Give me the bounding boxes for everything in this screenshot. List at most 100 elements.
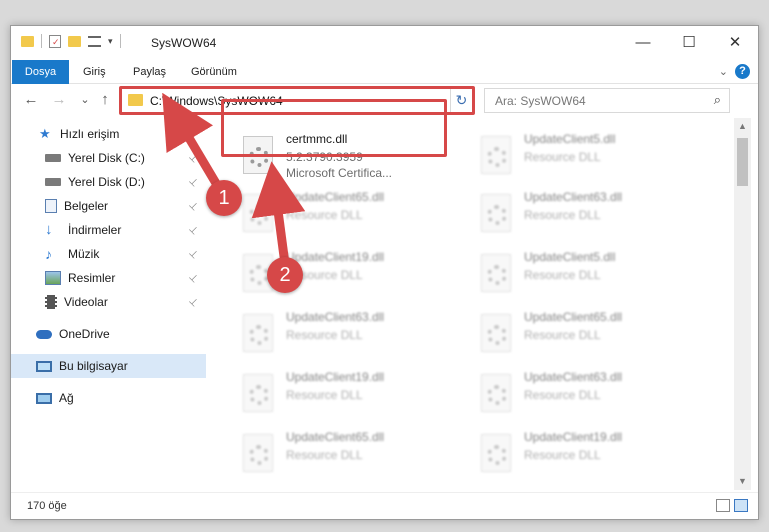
navigation-pane: ★ Hızlı erişim Yerel Disk (C:) ⊥ Yerel D…	[11, 118, 206, 490]
item-count: 170 öğe	[27, 500, 67, 512]
maximize-button[interactable]: ☐	[666, 26, 712, 58]
file-name: UpdateClient63.dll	[524, 370, 623, 384]
pin-icon[interactable]: ⊥	[187, 247, 201, 261]
toolbar-dropdown-icon[interactable]: ▾	[108, 36, 113, 47]
sidebar-item-label: Müzik	[68, 247, 100, 261]
gear-icon	[249, 205, 269, 225]
details-view-icon[interactable]	[716, 499, 730, 512]
sidebar-item-quick-access[interactable]: ★ Hızlı erişim	[11, 122, 206, 146]
file-item[interactable]: UpdateClient5.dll Resource DLL	[473, 126, 693, 184]
view-switcher	[716, 499, 748, 512]
file-description: Resource DLL	[286, 388, 363, 402]
gear-icon	[249, 325, 269, 345]
sidebar-item-label: OneDrive	[59, 327, 110, 341]
gear-icon	[487, 385, 507, 405]
tab-share[interactable]: Paylaş	[133, 60, 166, 84]
back-button[interactable]: ←	[21, 90, 41, 110]
sidebar-item-label: Resimler	[68, 271, 116, 285]
minimize-button[interactable]: —	[620, 26, 666, 58]
dll-file-icon	[481, 434, 511, 472]
file-item[interactable]: UpdateClient5.dll Resource DLL	[473, 244, 693, 302]
drive-icon	[45, 154, 61, 162]
gear-icon	[487, 205, 507, 225]
file-item[interactable]: UpdateClient63.dll Resource DLL	[473, 184, 693, 242]
new-folder-icon[interactable]	[68, 35, 81, 47]
properties-icon[interactable]: ✓	[49, 34, 61, 48]
file-description: Resource DLL	[524, 208, 601, 222]
gear-icon	[487, 265, 507, 285]
videos-icon	[45, 295, 57, 309]
gear-icon	[487, 147, 507, 167]
network-icon	[36, 392, 52, 404]
file-description: Resource DLL	[286, 328, 363, 342]
file-name: UpdateClient65.dll	[286, 430, 385, 444]
file-item[interactable]: UpdateClient19.dll Resource DLL	[235, 364, 455, 422]
up-button[interactable]: ↑	[95, 90, 115, 110]
sidebar-item-this-pc[interactable]: Bu bilgisayar	[11, 354, 206, 378]
search-placeholder: Ara: SysWOW64	[495, 94, 586, 108]
cloud-icon	[36, 329, 52, 339]
dll-file-icon	[243, 434, 273, 472]
vertical-scrollbar[interactable]: ▲ ▼	[734, 118, 751, 490]
sidebar-item-local-disk-c[interactable]: Yerel Disk (C:) ⊥	[11, 146, 206, 170]
pin-icon[interactable]: ⊥	[187, 175, 201, 189]
file-item[interactable]: UpdateClient19.dll Resource DLL	[473, 424, 693, 482]
dll-file-icon	[243, 374, 273, 412]
pin-icon[interactable]: ⊥	[187, 151, 201, 165]
sidebar-item-music[interactable]: ♪ Müzik ⊥	[11, 242, 206, 266]
dll-file-icon	[243, 314, 273, 352]
sidebar-item-documents[interactable]: Belgeler ⊥	[11, 194, 206, 218]
music-icon: ♪	[45, 246, 52, 262]
tab-file[interactable]: Dosya	[12, 60, 69, 84]
pin-icon[interactable]: ⊥	[187, 295, 201, 309]
sidebar-item-label: Belgeler	[64, 199, 109, 213]
sidebar-item-local-disk-d[interactable]: Yerel Disk (D:) ⊥	[11, 170, 206, 194]
gear-icon	[487, 325, 507, 345]
scrollbar-thumb[interactable]	[737, 138, 748, 186]
gear-icon	[487, 445, 507, 465]
window-title: SysWOW64	[151, 36, 217, 50]
sidebar-item-label: Yerel Disk (C:)	[68, 151, 145, 165]
sidebar-item-network[interactable]: Ağ	[11, 386, 206, 410]
toolbar-separator	[119, 34, 121, 48]
ribbon-tabs: Dosya Giriş Paylaş Görünüm ⌄ ?	[11, 60, 758, 84]
pin-icon[interactable]: ⊥	[187, 199, 201, 213]
search-box[interactable]: Ara: SysWOW64 ⌕	[484, 88, 730, 113]
pin-icon[interactable]: ⊥	[187, 271, 201, 285]
help-icon[interactable]: ?	[735, 64, 750, 79]
close-button[interactable]: ✕	[712, 26, 758, 58]
pictures-icon	[45, 271, 61, 285]
file-description: Resource DLL	[524, 268, 601, 282]
sidebar-item-label: Bu bilgisayar	[59, 359, 128, 373]
window-controls: — ☐ ✕	[620, 26, 758, 58]
scroll-down-icon[interactable]: ▼	[734, 473, 751, 490]
file-item[interactable]: UpdateClient65.dll Resource DLL	[235, 184, 455, 242]
sidebar-item-onedrive[interactable]: OneDrive	[11, 322, 206, 346]
file-item[interactable]: UpdateClient65.dll Resource DLL	[473, 304, 693, 362]
pin-icon[interactable]: ⊥	[187, 223, 201, 237]
file-item[interactable]: UpdateClient63.dll Resource DLL	[235, 304, 455, 362]
sidebar-item-label: Hızlı erişim	[60, 127, 120, 141]
tiles-view-icon[interactable]	[734, 499, 748, 512]
dll-file-icon	[481, 254, 511, 292]
file-item[interactable]: UpdateClient63.dll Resource DLL	[473, 364, 693, 422]
file-highlight-box	[221, 99, 447, 157]
file-item[interactable]: UpdateClient65.dll Resource DLL	[235, 424, 455, 482]
expand-ribbon-icon[interactable]: ⌄	[719, 65, 728, 78]
forward-button[interactable]: →	[49, 90, 69, 110]
search-icon[interactable]: ⌕	[714, 92, 721, 108]
file-description: Resource DLL	[286, 448, 363, 462]
sidebar-item-videos[interactable]: Videolar ⊥	[11, 290, 206, 314]
recent-locations-button[interactable]: ⌄	[75, 90, 95, 110]
sidebar-item-downloads[interactable]: ↓ İndirmeler ⊥	[11, 218, 206, 242]
file-name: UpdateClient19.dll	[286, 370, 385, 384]
sidebar-item-pictures[interactable]: Resimler ⊥	[11, 266, 206, 290]
scroll-up-icon[interactable]: ▲	[734, 118, 751, 135]
computer-icon	[36, 360, 52, 372]
gear-icon	[249, 265, 269, 285]
title-bar: ✓ ▾ SysWOW64 — ☐ ✕	[11, 26, 758, 60]
dll-file-icon	[481, 314, 511, 352]
tab-view[interactable]: Görünüm	[191, 60, 237, 84]
customize-toolbar-icon[interactable]	[88, 35, 101, 47]
tab-home[interactable]: Giriş	[83, 60, 106, 84]
